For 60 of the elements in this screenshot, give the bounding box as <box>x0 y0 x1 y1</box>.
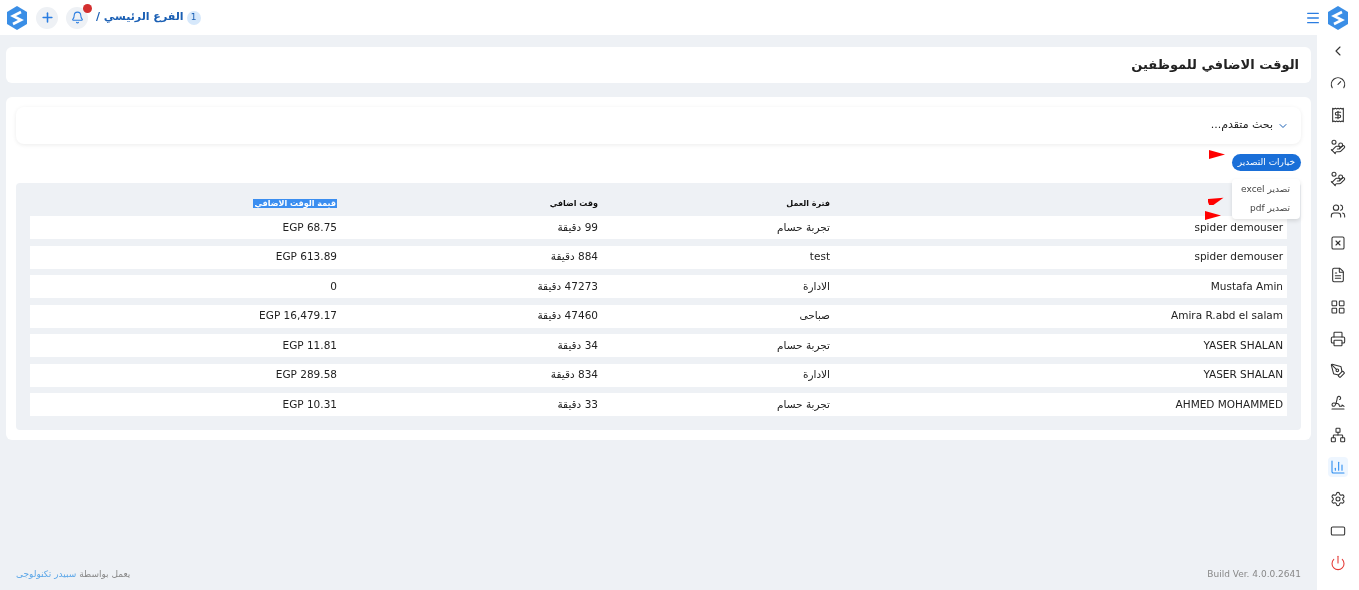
column-header: وقت اضافي <box>549 199 598 208</box>
table-cell-text: EGP 613.89 <box>274 249 338 265</box>
hand-coins-icon[interactable] <box>1328 137 1348 157</box>
logo-icon <box>6 5 28 30</box>
settings-icon[interactable] <box>1328 489 1348 509</box>
pen-tool-icon[interactable] <box>1328 361 1348 381</box>
table-cell-text: spider demouser <box>1193 219 1284 235</box>
table-cell-text: تجربة حسام <box>776 337 831 354</box>
pointer-arrow-icon <box>1208 196 1224 205</box>
table-cell-text: 47460 دقيقة <box>536 308 599 324</box>
signature-icon[interactable] <box>1328 393 1348 413</box>
powered-by-text: يعمل بواسطة <box>79 568 131 582</box>
bar-chart-icon[interactable] <box>1328 457 1348 477</box>
export-options-button[interactable]: خيارات التصدير <box>1231 154 1301 171</box>
table-cell-text: Amira R.abd el salam <box>1170 308 1284 324</box>
branch-name[interactable]: الفرع الرئيسي / <box>96 9 184 26</box>
power-icon[interactable] <box>1328 553 1348 573</box>
export-menu-item[interactable]: تصدير excel <box>1232 180 1300 199</box>
logo-icon <box>1327 5 1349 30</box>
plus-icon <box>39 10 55 25</box>
square-x-icon[interactable] <box>1328 233 1348 253</box>
column-header: قيمة الوقت الاضافي <box>253 199 337 208</box>
page-title: الوقت الاضافي للموظفين <box>1131 56 1299 75</box>
table-cell-text: AHMED MOHAMMED <box>1174 396 1284 412</box>
table-cell-text: test <box>808 249 831 265</box>
users-icon[interactable] <box>1328 201 1348 221</box>
table-cell-text: 99 دقيقة <box>556 219 599 235</box>
table-cell-text: 47273 دقيقة <box>536 278 599 294</box>
grid-icon[interactable] <box>1328 297 1348 317</box>
table-cell-text: YASER SHALAN <box>1202 337 1284 353</box>
pointer-arrow-icon <box>1209 150 1225 159</box>
branch-count: 1 <box>186 10 201 25</box>
table-cell-text: YASER SHALAN <box>1202 367 1284 383</box>
column-header: فترة العمل <box>786 199 830 208</box>
table-cell-text: تجربة حسام <box>776 219 831 236</box>
table-cell-text: تجربة حسام <box>776 396 831 413</box>
table-cell-text: 34 دقيقة <box>556 337 599 353</box>
table-cell-text: EGP 68.75 <box>281 219 338 235</box>
advanced-search-toggle[interactable]: بحث متقدم... <box>16 107 1301 144</box>
bell-icon <box>70 11 84 24</box>
table-cell-text: EGP 11.81 <box>281 337 338 353</box>
table-cell-text: EGP 16,479.17 <box>258 308 338 324</box>
table-cell-text: spider demouser <box>1193 249 1284 265</box>
printer-icon[interactable] <box>1328 329 1348 349</box>
table-cell-text: 0 <box>329 278 338 294</box>
table-cell-text: 884 دقيقة <box>549 249 599 265</box>
table-cell-text: EGP 10.31 <box>281 396 338 412</box>
table-cell-text: الادارة <box>801 367 831 383</box>
hand-coins-icon[interactable] <box>1328 169 1348 189</box>
table-cell-text: Mustafa Amin <box>1209 278 1284 294</box>
table-cell-text: صباحى <box>798 308 831 324</box>
add-button[interactable] <box>36 6 58 29</box>
pointer-arrow-icon <box>1205 211 1221 220</box>
build-version: Build Ver. 4.0.0.2641 <box>1207 568 1301 582</box>
table-cell-text: EGP 289.58 <box>274 367 338 383</box>
network-icon[interactable] <box>1328 425 1348 445</box>
export-menu-item[interactable]: تصدير pdf <box>1232 199 1300 218</box>
table-cell-text: 834 دقيقة <box>549 367 599 383</box>
table-cell-text: الادارة <box>801 278 831 295</box>
table-cell-text: 33 دقيقة <box>556 396 599 412</box>
